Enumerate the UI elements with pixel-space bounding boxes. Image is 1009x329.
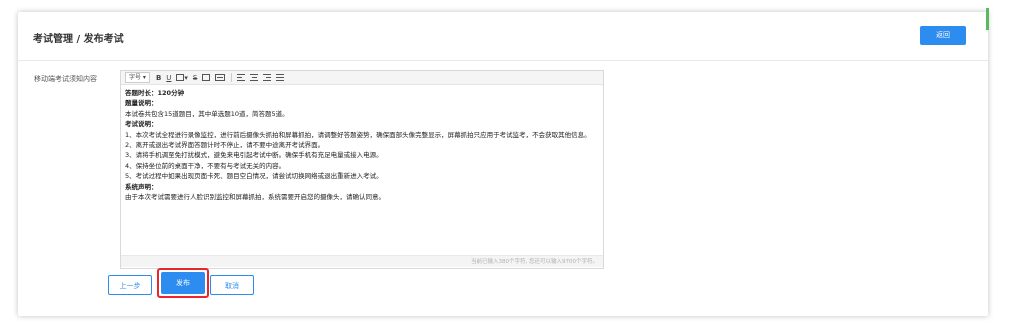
align-left-icon [237, 74, 246, 81]
text-color-icon [176, 74, 185, 81]
align-right-button[interactable] [263, 74, 272, 81]
back-button[interactable]: 返回 [920, 26, 966, 45]
page-card: 考试管理 / 发布考试 返回 移动端考试须知内容 字号 ▾ B U ▾ S 答题… [18, 12, 988, 316]
align-justify-icon [276, 74, 285, 81]
content-heading-question-count: 题量说明： [125, 99, 158, 108]
scrollbar-edge [986, 8, 989, 30]
publish-button[interactable]: 发布 [161, 272, 205, 294]
field-label-mobile-notice: 移动端考试须知内容 [34, 75, 97, 83]
previous-step-button[interactable]: 上一步 [108, 275, 152, 295]
content-heading-system-statement: 系统声明： [125, 182, 158, 191]
content-line-system-statement: 由于本次考试需要进行人脸识别监控和屏幕抓拍，系统需要开启您的摄像头，请确认同意。 [125, 193, 385, 202]
content-line-question-count: 本试卷共包含15道题目，其中单选题10道，简答题5道。 [125, 109, 289, 118]
content-line-note-1: 1、本次考试全程进行录像监控，进行前后摄像头抓拍和屏幕抓拍，请调整好答题姿势，确… [125, 130, 591, 139]
underline-button[interactable]: U [166, 73, 171, 83]
content-line-note-3: 3、请将手机调至免打扰模式，避免来电引起考试中断。确保手机有充足电量或接入电源。 [125, 151, 383, 160]
align-left-button[interactable] [237, 74, 246, 81]
bold-button[interactable]: B [156, 73, 161, 83]
strikethrough-button[interactable]: S [193, 73, 197, 83]
page-header: 考试管理 / 发布考试 返回 [18, 12, 988, 61]
character-counter: 当前已输入380个字符, 您还可以输入9700个字符。 [121, 255, 603, 267]
align-right-icon [263, 74, 272, 81]
rich-text-editor[interactable]: 字号 ▾ B U ▾ S 答题时长：120分钟 题量说明： 本试卷共包含15道题… [120, 70, 604, 269]
content-line-note-5: 5、考试过程中如果出现页面卡死、题目空白情况，请尝试切换网络或退出重新进入考试。 [125, 172, 383, 181]
toolbar-divider [231, 73, 233, 82]
content-line-duration: 答题时长：120分钟 [125, 89, 185, 97]
image-icon [215, 74, 226, 81]
align-justify-button[interactable] [276, 74, 285, 81]
page-title: 考试管理 / 发布考试 [33, 34, 124, 45]
paste-icon [202, 74, 211, 81]
content-line-note-2: 2、离开或退出考试界面答题计时不停止，请不要中途离开考试界面。 [125, 141, 325, 150]
text-color-button[interactable]: ▾ [176, 73, 188, 83]
content-heading-exam-notes: 考试说明： [125, 120, 158, 129]
editor-toolbar: 字号 ▾ B U ▾ S [121, 71, 603, 85]
editor-content[interactable]: 答题时长：120分钟 题量说明： 本试卷共包含15道题目，其中单选题10道，简答… [125, 88, 597, 202]
paste-button[interactable] [202, 74, 211, 81]
align-center-button[interactable] [250, 74, 259, 81]
cancel-button[interactable]: 取消 [210, 275, 254, 295]
image-button[interactable] [215, 74, 226, 81]
font-size-select[interactable]: 字号 ▾ [125, 72, 150, 83]
align-center-icon [250, 74, 259, 81]
content-line-note-4: 4、保持坐位前的桌面干净，不要有与考试无关的内容。 [125, 161, 286, 170]
